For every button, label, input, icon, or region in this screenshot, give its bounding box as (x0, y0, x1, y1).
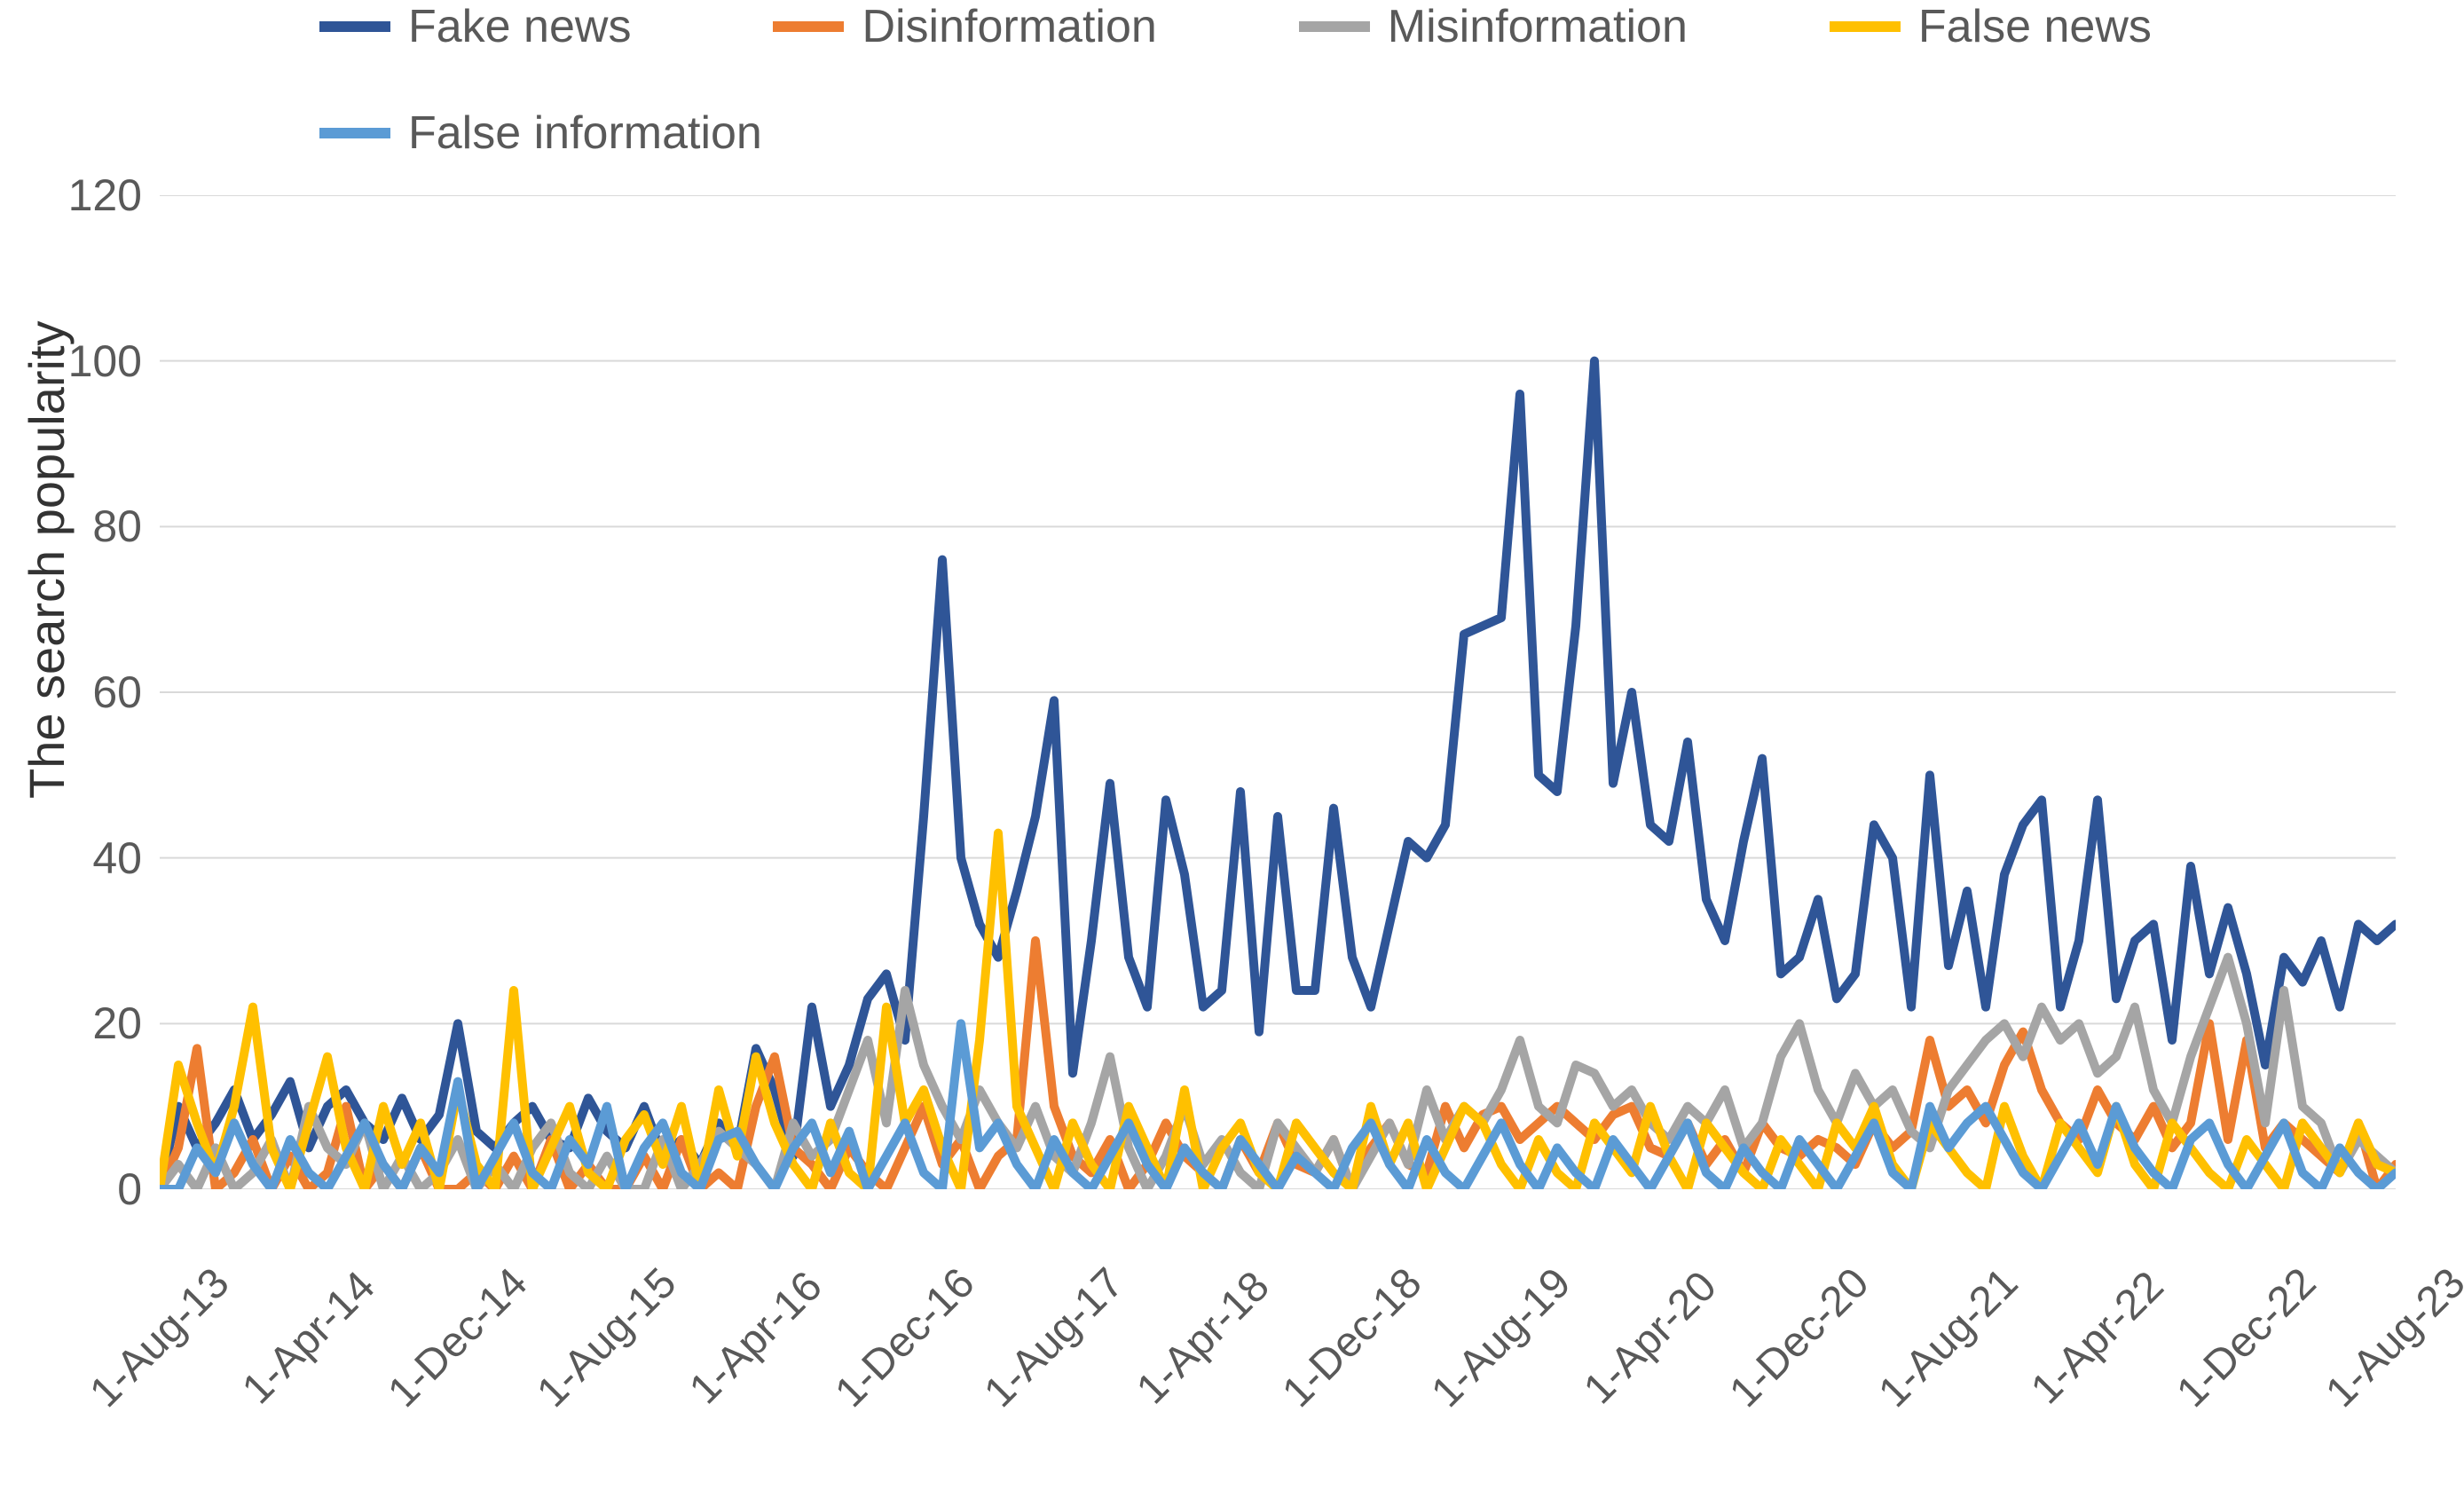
legend-swatch (319, 128, 390, 138)
legend-label: Fake news (408, 0, 631, 53)
chart-container: Fake news Disinformation Misinformation … (0, 0, 2464, 1491)
x-tick-label: 1-Aug-13 (81, 1258, 240, 1417)
x-tick-label: 1-Apr-20 (1575, 1262, 1727, 1414)
legend-item-false-information: False information (319, 106, 762, 160)
legend-swatch (1830, 21, 1901, 32)
x-tick-label: 1-Apr-16 (681, 1262, 832, 1414)
y-tick-label: 100 (68, 335, 142, 387)
series-line (160, 1023, 2396, 1189)
y-tick-label: 60 (92, 667, 142, 718)
legend-item-disinformation: Disinformation (773, 0, 1156, 53)
x-tick-label: 1-Aug-21 (1870, 1258, 2028, 1417)
legend-swatch (319, 21, 390, 32)
y-tick-label: 120 (68, 170, 142, 221)
x-tick-label: 1-Aug-19 (1422, 1258, 1581, 1417)
y-tick-label: 20 (92, 998, 142, 1049)
x-tick-label: 1-Dec-14 (379, 1258, 537, 1416)
chart-legend: Fake news Disinformation Misinformation … (319, 0, 2271, 160)
x-axis-ticks: 1-Aug-131-Apr-141-Dec-141-Aug-151-Apr-16… (160, 1207, 2396, 1491)
y-tick-label: 0 (117, 1164, 142, 1215)
legend-label: False information (408, 106, 762, 160)
x-tick-label: 1-Apr-22 (2022, 1262, 2174, 1414)
legend-label: False news (1918, 0, 2152, 53)
x-tick-label: 1-Apr-18 (1128, 1262, 1279, 1414)
x-tick-label: 1-Apr-14 (233, 1262, 385, 1414)
legend-swatch (1299, 21, 1370, 32)
x-tick-label: 1-Dec-20 (1720, 1258, 1878, 1416)
x-tick-label: 1-Aug-17 (975, 1258, 1134, 1417)
chart-svg (160, 195, 2396, 1189)
y-tick-label: 40 (92, 832, 142, 884)
y-tick-label: 80 (92, 501, 142, 552)
legend-item-false-news: False news (1830, 0, 2152, 53)
chart-plot-area: 020406080100120 (160, 195, 2396, 1189)
legend-item-fake-news: Fake news (319, 0, 631, 53)
series-line (160, 361, 2396, 1189)
legend-label: Disinformation (862, 0, 1156, 53)
x-tick-label: 1-Dec-16 (826, 1258, 984, 1416)
legend-label: Misinformation (1388, 0, 1688, 53)
x-tick-label: 1-Dec-18 (1273, 1258, 1431, 1416)
x-tick-label: 1-Aug-23 (2317, 1258, 2464, 1417)
x-tick-label: 1-Aug-15 (528, 1258, 687, 1417)
legend-swatch (773, 21, 844, 32)
y-axis-label: The search popularity (18, 320, 75, 799)
x-tick-label: 1-Dec-22 (2168, 1258, 2326, 1416)
legend-item-misinformation: Misinformation (1299, 0, 1688, 53)
